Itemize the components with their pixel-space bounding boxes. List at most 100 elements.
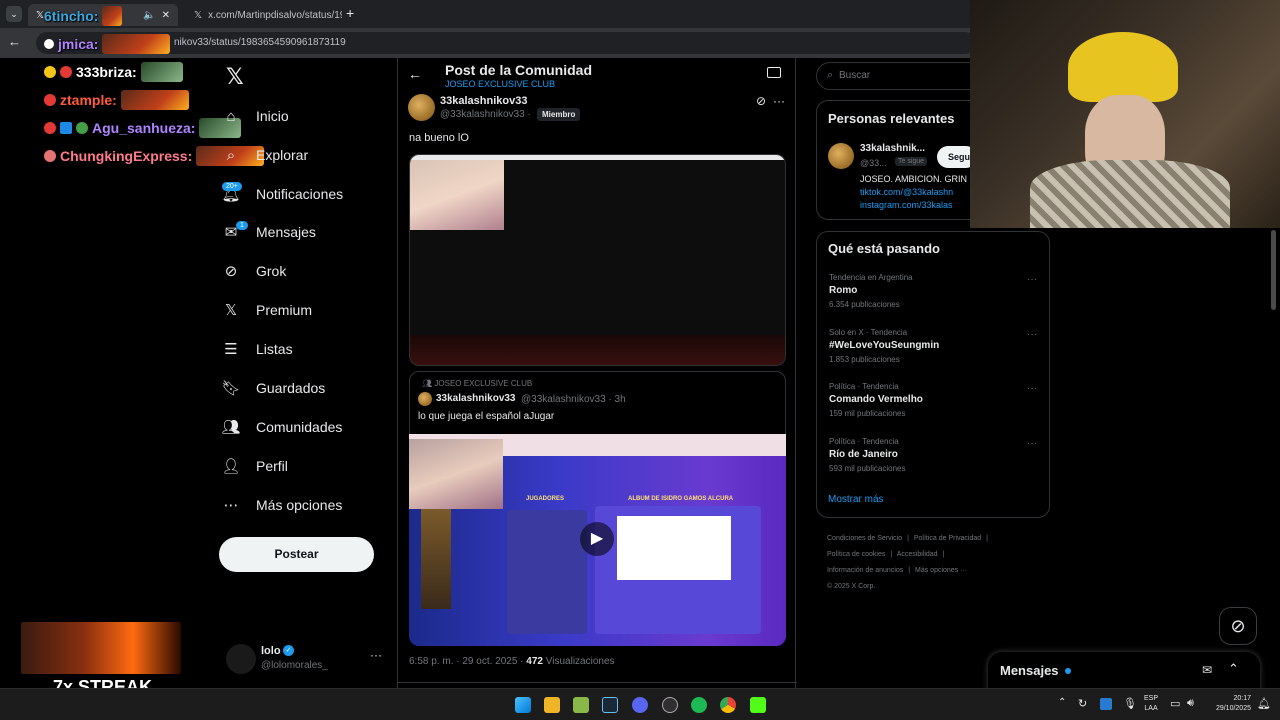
spotify-icon[interactable] (691, 697, 707, 713)
app-icon[interactable] (573, 697, 589, 713)
nav-item-explorar[interactable]: ⌕ Explorar (222, 138, 308, 172)
trend-item[interactable]: Tendencia en Argentina Romo 6.354 public… (829, 273, 913, 309)
footer-link[interactable]: Accesibilidad (897, 551, 938, 558)
bio-link-tiktok[interactable]: tiktok.com/@33kalashn (860, 187, 953, 197)
messages-dock[interactable]: Mensajes ✉ ⌃ (988, 652, 1260, 692)
bio-link-instagram[interactable]: instagram.com/33kalas (860, 200, 953, 210)
footer-link[interactable]: Más opciones ··· (915, 567, 967, 574)
network-icon[interactable]: ▭ (1170, 697, 1180, 710)
discord-icon[interactable] (632, 697, 648, 713)
nav-item-listas[interactable]: ☰ Listas (222, 332, 292, 366)
kick-icon[interactable] (750, 697, 766, 713)
trend-item[interactable]: Política · Tendencia Comando Vermelho 15… (829, 382, 923, 418)
reader-icon[interactable] (767, 67, 781, 78)
quoted-post[interactable]: 👥︎ JOSEO EXCLUSIVE CLUB 33kalashnikov33 … (409, 371, 786, 646)
chat-badge-icon (44, 39, 54, 49)
back-arrow-icon[interactable]: ← (8, 34, 21, 49)
trend-count: 593 mil publicaciones (829, 464, 906, 473)
trend-category: Tendencia en Argentina (829, 273, 913, 282)
footer-link[interactable]: Información de anuncios (827, 567, 903, 574)
nav-label: Guardados (256, 380, 326, 396)
post-button[interactable]: Postear (219, 537, 374, 572)
expand-icon[interactable]: ⌃ (1228, 661, 1239, 677)
avatar[interactable] (408, 94, 435, 121)
nav-label: Grok (256, 263, 287, 279)
nav-item-mensajes[interactable]: ✉ Mensajes (222, 215, 316, 249)
streamer-shirt (1030, 160, 1230, 228)
nav-item-inicio[interactable]: ⌂ Inicio (222, 99, 288, 133)
show-more-link[interactable]: Mostrar más (828, 494, 884, 505)
divider (398, 682, 797, 683)
more-icon[interactable]: ··· (370, 648, 382, 662)
nav-item-comunidades[interactable]: 👥︎ Comunidades (221, 410, 342, 444)
tab-close-icon[interactable]: ✕ (162, 10, 170, 21)
obs-icon[interactable] (662, 697, 678, 713)
notification-icon[interactable]: 🔔︎ (1257, 697, 1271, 710)
person-icon: 👤︎ (221, 458, 241, 475)
new-tab-button[interactable]: + (346, 5, 354, 21)
nav-item-premium[interactable]: 𝕏 Premium (222, 293, 312, 327)
community-link[interactable]: JOSEO EXCLUSIVE CLUB (445, 79, 555, 89)
file-explorer-icon[interactable] (544, 697, 560, 713)
copyright: © 2025 X Corp. (827, 583, 876, 590)
nav-label: Premium (256, 302, 313, 318)
footer-link[interactable]: Política de Privacidad (914, 535, 981, 542)
back-arrow-icon[interactable]: ← (408, 66, 422, 82)
nav-item-mas-opciones[interactable]: ⋯ Más opciones (222, 488, 343, 522)
account-switcher[interactable]: lolo ✓ @lolomorales_ ··· (226, 642, 386, 676)
tray-icon[interactable] (1100, 698, 1112, 710)
tray-icon[interactable]: ↻ (1078, 697, 1087, 710)
footer-link[interactable]: Condiciones de Servicio (827, 535, 902, 542)
windows-start-icon[interactable] (515, 697, 531, 713)
avatar[interactable] (828, 143, 854, 169)
chat-username: ChungkingExpress: (60, 148, 193, 164)
search-icon: ⌕ (226, 146, 236, 164)
tab-audio-icon[interactable]: 🔈 (143, 10, 155, 21)
chrome-icon[interactable] (720, 697, 736, 713)
grok-icon[interactable]: ⊘ (756, 94, 766, 108)
play-button[interactable]: ▶ (580, 522, 614, 556)
trend-item[interactable]: Solo en X · Tendencia #WeLoveYouSeungmin… (829, 328, 939, 364)
chat-username: 6tincho: (44, 8, 99, 24)
trend-item[interactable]: Política · Tendencia Río de Janeiro 593 … (829, 437, 906, 473)
views-label: Visualizaciones (545, 656, 615, 667)
scrollbar[interactable] (1271, 230, 1276, 310)
volume-icon[interactable]: 🔊︎ (1187, 697, 1194, 710)
tab-second[interactable]: 𝕏 x.com/Martinpdisalvo/status/19 (186, 4, 342, 26)
author-handle[interactable]: @33kalashnikov33 · (440, 109, 531, 120)
x-logo-icon[interactable]: 𝕏 (226, 64, 244, 90)
nav-item-grok[interactable]: ⊘ Grok (222, 254, 287, 288)
chat-emote (120, 90, 189, 110)
relevant-name[interactable]: 33kalashnik... (860, 143, 925, 154)
x-logo-icon: 𝕏 (194, 9, 203, 21)
more-icon[interactable]: ··· (1027, 383, 1037, 394)
more-icon[interactable]: ··· (773, 94, 785, 108)
grok-floating-button[interactable]: ⊘ (1219, 607, 1257, 645)
steam-icon[interactable] (602, 697, 618, 713)
tray-chevron-icon[interactable]: ⌃ (1058, 697, 1066, 708)
quoted-community: 👥︎ JOSEO EXCLUSIVE CLUB (422, 379, 532, 388)
microphone-icon[interactable]: 🎙︎ (1123, 697, 1137, 710)
post-media[interactable] (409, 154, 786, 366)
clock[interactable]: 20:17 29/10/2025 (1207, 694, 1251, 714)
more-icon[interactable]: ··· (1027, 274, 1037, 285)
quoted-video[interactable]: JUGADORES ALBUM DE ISIDRO GAMOS ALCURA ▶ (409, 434, 786, 646)
tab-list-button[interactable]: ⌄ (6, 6, 22, 22)
new-message-icon[interactable]: ✉ (1202, 663, 1212, 677)
footer-link[interactable]: Política de cookies (827, 551, 885, 558)
more-icon[interactable]: ··· (1027, 438, 1037, 449)
trends-card: Qué está pasando Tendencia en Argentina … (816, 231, 1050, 518)
clock-date: 29/10/2025 (1215, 705, 1251, 712)
address-bar[interactable]: nikov33/status/1983654590961873119 (36, 32, 976, 54)
notification-badge: 20+ (222, 182, 242, 191)
nav-item-perfil[interactable]: 👤︎ Perfil (221, 449, 287, 483)
page-title: Post de la Comunidad (445, 62, 593, 78)
nav-item-guardados[interactable]: 🔖︎ Guardados (221, 371, 326, 405)
language-indicator[interactable]: ESP LAA (1144, 694, 1158, 714)
search-box[interactable]: ⌕ Buscar (816, 62, 986, 90)
chat-badge-icon (60, 66, 72, 78)
author-name[interactable]: 33kalashnikov33 (440, 95, 527, 107)
chat-username: ztample: (60, 92, 117, 108)
more-icon[interactable]: ··· (1027, 329, 1037, 340)
trend-name: Romo (829, 285, 858, 296)
